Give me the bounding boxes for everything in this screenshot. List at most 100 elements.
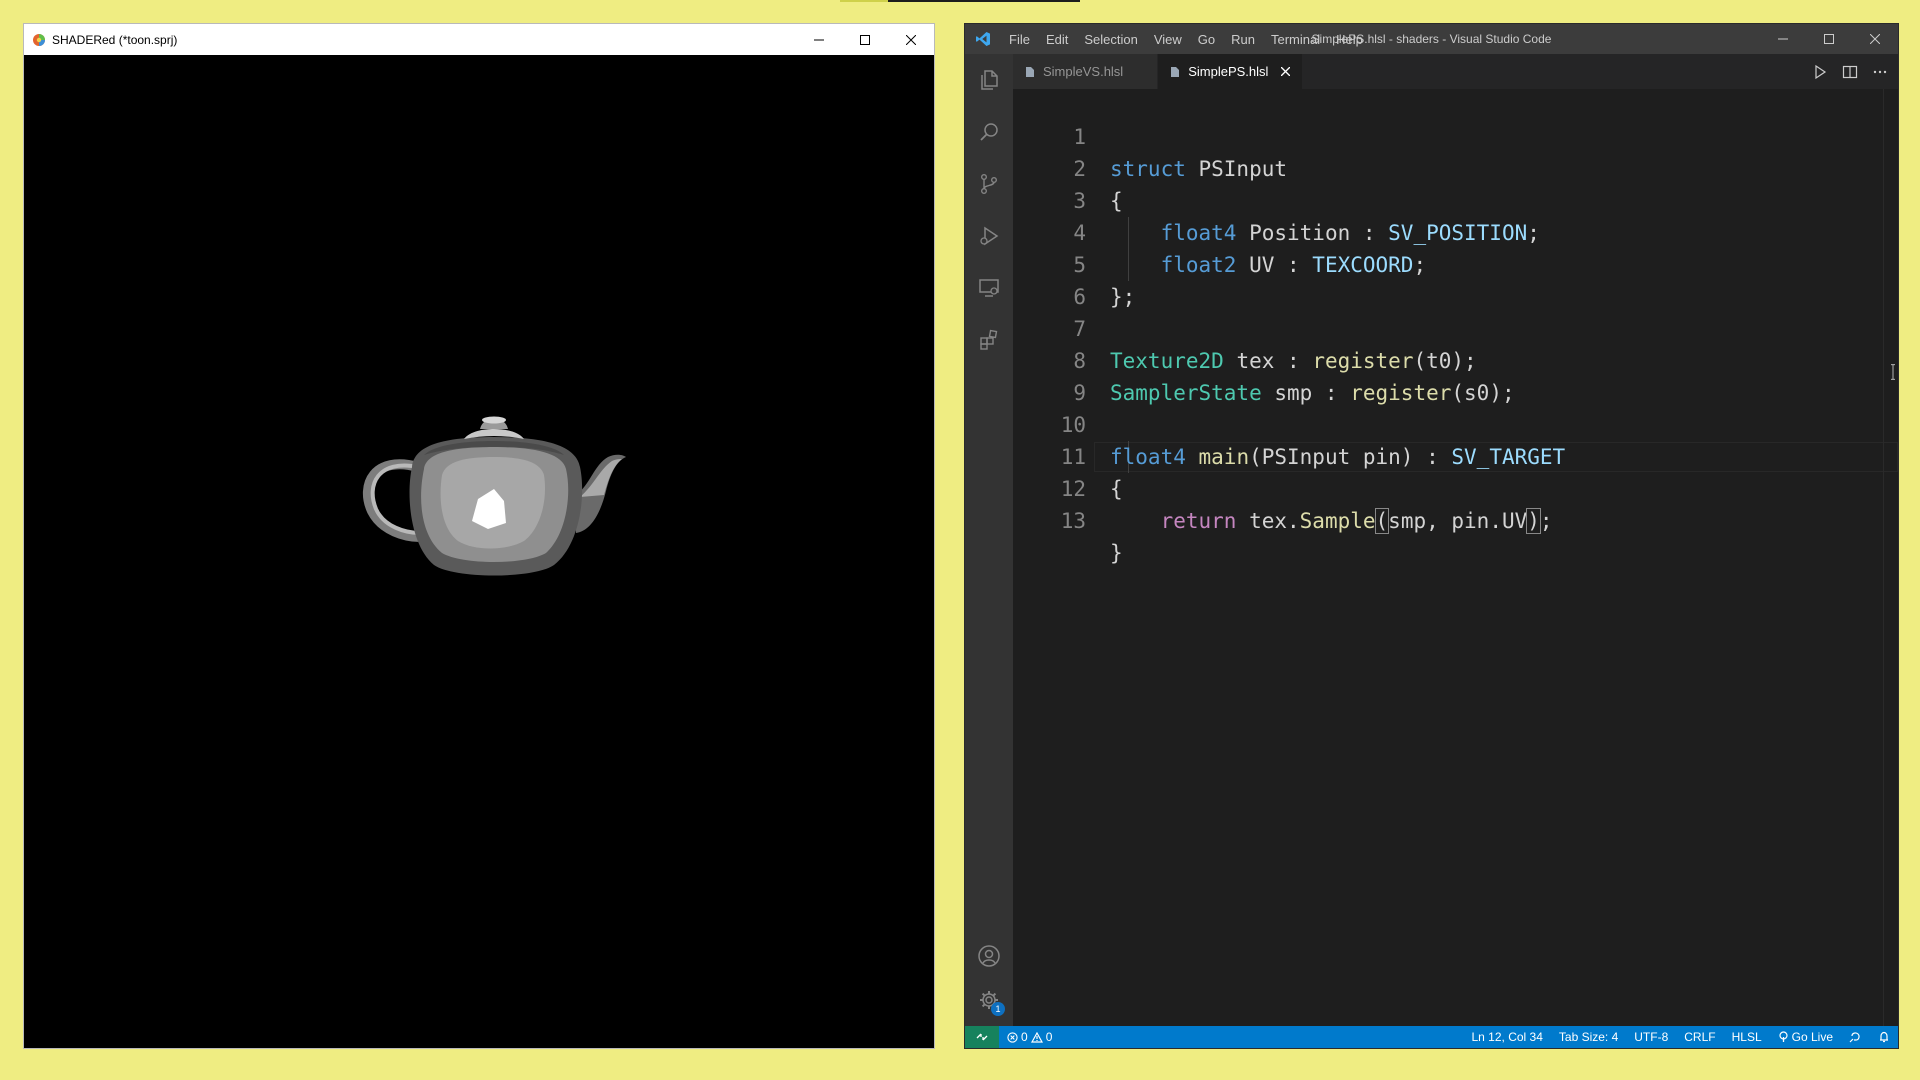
menu-help[interactable]: Help [1328, 32, 1371, 47]
code-line: 8 SamplerState smp : register(s0); [1013, 313, 1898, 405]
close-icon [1280, 67, 1290, 76]
shadered-app-icon [33, 33, 45, 46]
tab-label: SimpleVS.hlsl [1043, 64, 1124, 79]
maximize-icon [1824, 34, 1834, 44]
bracket-match: ) [1526, 508, 1541, 534]
minimize-icon [814, 39, 824, 40]
explorer-button[interactable] [965, 54, 1013, 106]
split-editor-icon [1842, 65, 1858, 78]
code-line: 13 } [1013, 473, 1898, 565]
menu-selection[interactable]: Selection [1076, 32, 1145, 47]
code-function: Sample [1299, 509, 1376, 533]
code-text: smp, pin.UV [1388, 509, 1528, 533]
search-button[interactable] [965, 106, 1013, 158]
play-icon [1815, 64, 1827, 79]
go-live-label: Go Live [1791, 1030, 1833, 1044]
menu-terminal[interactable]: Terminal [1263, 32, 1328, 47]
tab-simpleps[interactable]: SimplePS.hlsl [1158, 54, 1304, 89]
minimize-icon [1778, 38, 1788, 40]
feedback-button[interactable] [1841, 1031, 1870, 1043]
editor-scrollbar[interactable] [1883, 89, 1898, 1026]
error-count: 0 [1021, 1030, 1028, 1044]
menu-bar: File Edit Selection View Go Run Terminal… [1001, 32, 1371, 47]
go-live-button[interactable]: Go Live [1770, 1030, 1841, 1044]
status-bar: 0 0 Ln 12, Col 34 Tab Size: 4 UTF-8 CRLF… [965, 1026, 1898, 1048]
language-mode[interactable]: HLSL [1724, 1030, 1770, 1044]
menu-edit[interactable]: Edit [1038, 32, 1076, 47]
vscode-titlebar[interactable]: File Edit Selection View Go Run Terminal… [965, 24, 1898, 54]
activity-bar: 1 [965, 54, 1013, 1026]
error-icon [1007, 1031, 1018, 1043]
code-keyword: return [1160, 509, 1237, 533]
code-line: 3 float4 Position : SV_POSITION; [1013, 153, 1898, 245]
feedback-icon [1849, 1032, 1860, 1043]
teapot-render [363, 416, 626, 576]
tab-simplevs[interactable]: SimpleVS.hlsl [1013, 54, 1159, 89]
notifications-button[interactable] [1870, 1031, 1898, 1043]
search-icon [980, 123, 998, 141]
menu-go[interactable]: Go [1190, 32, 1223, 47]
shadered-title: SHADERed (*toon.sprj) [52, 32, 178, 47]
bracket-match: ( [1374, 508, 1390, 534]
bell-icon [1880, 1031, 1888, 1043]
remote-icon [976, 1033, 988, 1041]
account-icon [978, 945, 1000, 967]
code-line: 2 { [1013, 121, 1898, 213]
cursor-position[interactable]: Ln 12, Col 34 [1464, 1030, 1551, 1044]
menu-run[interactable]: Run [1223, 32, 1263, 47]
code-text: tex. [1236, 509, 1300, 533]
problems-indicator[interactable]: 0 0 [999, 1030, 1060, 1044]
manage-button[interactable]: 1 [965, 974, 1013, 1026]
vscode-window: File Edit Selection View Go Run Terminal… [964, 23, 1899, 1049]
broadcast-icon [1779, 1031, 1788, 1042]
close-icon [1870, 34, 1880, 44]
code-line: 11 { [1013, 409, 1898, 501]
vscode-maximize-button[interactable] [1806, 24, 1852, 54]
settings-update-badge: 1 [991, 1002, 1005, 1016]
vscode-minimize-button[interactable] [1760, 24, 1806, 54]
line-ending[interactable]: CRLF [1676, 1030, 1723, 1044]
shadered-minimize-button[interactable] [796, 24, 842, 55]
tab-label: SimplePS.hlsl [1188, 64, 1269, 79]
desktop-edge-dark [888, 0, 1080, 2]
code-text: } [1110, 541, 1123, 565]
code-editor[interactable]: 1 struct PSInput 2 { 3 float4 Position :… [1013, 89, 1898, 1026]
shader-preview-viewport[interactable] [24, 55, 934, 1048]
more-actions-button[interactable] [1872, 64, 1888, 80]
split-editor-button[interactable] [1842, 64, 1858, 80]
tab-size[interactable]: Tab Size: 4 [1551, 1030, 1626, 1044]
vscode-close-button[interactable] [1852, 24, 1898, 54]
remote-explorer-button[interactable] [965, 262, 1013, 314]
source-control-button[interactable] [965, 158, 1013, 210]
tab-close-button[interactable] [1278, 65, 1292, 79]
shadered-maximize-button[interactable] [842, 24, 888, 55]
shadered-close-button[interactable] [888, 24, 934, 55]
run-debug-button[interactable] [965, 210, 1013, 262]
extensions-button[interactable] [965, 314, 1013, 366]
shadered-titlebar[interactable]: SHADERed (*toon.sprj) [24, 24, 934, 55]
menu-view[interactable]: View [1146, 32, 1190, 47]
code-line: 4 float2 UV : TEXCOORD; [1013, 185, 1898, 277]
vscode-logo-icon [965, 24, 1001, 54]
code-text: ; [1539, 509, 1553, 533]
editor-tabs: SimpleVS.hlsl SimplePS.hlsl [1013, 54, 1898, 89]
warning-count: 0 [1045, 1030, 1053, 1044]
maximize-icon [860, 34, 870, 45]
menu-file[interactable]: File [1001, 32, 1038, 47]
file-icon [1026, 66, 1034, 77]
code-line: 7 Texture2D tex : register(t0); [1013, 281, 1898, 373]
run-file-button[interactable] [1812, 64, 1828, 80]
encoding[interactable]: UTF-8 [1626, 1030, 1676, 1044]
code-line: 12 return tex.Sample(smp, pin.UV); [1013, 441, 1898, 534]
code-line: 5 }; [1013, 217, 1898, 309]
warning-icon [1030, 1031, 1043, 1043]
code-line: 6 [1013, 249, 1898, 309]
shadered-window: SHADERed (*toon.sprj) [23, 23, 935, 1049]
file-icon [1171, 66, 1180, 77]
remote-indicator-button[interactable] [965, 1026, 999, 1048]
remote-explorer-icon [979, 279, 999, 297]
source-control-icon [980, 174, 997, 195]
close-icon [906, 34, 916, 45]
files-icon [981, 70, 998, 90]
code-line: 10 float4 main(PSInput pin) : SV_TARGET [1013, 377, 1898, 469]
